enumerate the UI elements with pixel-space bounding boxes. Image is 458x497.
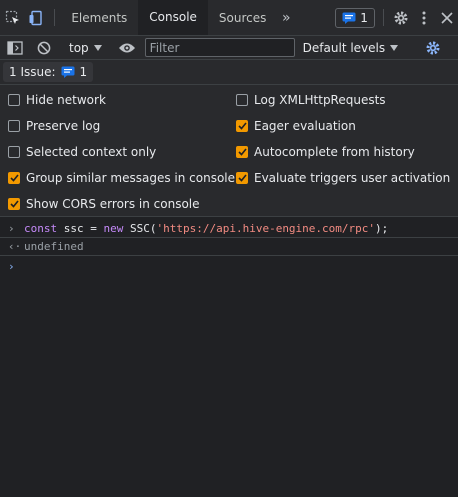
caret-down-icon <box>390 44 399 51</box>
tab-elements[interactable]: Elements <box>60 0 138 35</box>
checkbox[interactable] <box>8 146 20 158</box>
setting-log-xmlhttprequests[interactable]: Log XMLHttpRequests <box>236 93 386 107</box>
message-icon <box>342 12 356 24</box>
inspect-element-icon[interactable] <box>2 0 25 35</box>
filter-input[interactable] <box>144 38 295 57</box>
more-options-icon[interactable] <box>413 0 436 35</box>
setting-label: Preserve log <box>26 119 101 133</box>
console-settings-gear-icon[interactable] <box>419 40 447 56</box>
checkbox[interactable] <box>236 94 248 106</box>
divider <box>382 9 384 26</box>
sidebar-toggle-icon[interactable] <box>0 40 30 55</box>
setting-label: Eager evaluation <box>254 119 356 133</box>
setting-autocomplete-from-history[interactable]: Autocomplete from history <box>236 145 415 159</box>
devtools-tabbar: Elements Console Sources » 1 <box>0 0 458 36</box>
levels-label: Default levels <box>302 40 386 55</box>
issues-count: 1 <box>360 11 368 25</box>
tab-label: Console <box>149 9 197 24</box>
tab-sources[interactable]: Sources <box>208 0 277 35</box>
code-text: SSC( <box>123 221 157 235</box>
device-toolbar-icon[interactable] <box>25 0 48 35</box>
setting-eager-evaluation[interactable]: Eager evaluation <box>236 119 356 133</box>
issues-button[interactable]: 1 Issue: 1 <box>3 62 94 82</box>
checkbox-checked[interactable] <box>8 198 20 210</box>
console-output-message: ‹· undefined <box>0 238 458 256</box>
log-levels-dropdown[interactable]: Default levels <box>302 40 399 55</box>
prompt-chevron-icon: › <box>8 259 15 273</box>
setting-hide-network[interactable]: Hide network <box>8 93 106 107</box>
checkbox-checked[interactable] <box>236 172 248 184</box>
close-icon[interactable] <box>435 0 458 35</box>
message-icon <box>61 66 75 78</box>
tab-console[interactable]: Console <box>138 0 208 35</box>
checkbox[interactable] <box>8 94 20 106</box>
setting-selected-context-only[interactable]: Selected context only <box>8 145 156 159</box>
context-label: top <box>69 40 89 55</box>
caret-down-icon <box>93 44 102 51</box>
return-arrow-icon: ‹· <box>8 240 22 253</box>
gear-icon[interactable] <box>390 0 413 35</box>
console-input-message: › const ssc = new SSC('https://api.hive-… <box>0 219 458 238</box>
console-settings-pane: Hide network Log XMLHttpRequests Preserv… <box>0 85 458 217</box>
setting-preserve-log[interactable]: Preserve log <box>8 119 100 133</box>
double-chevron-right-icon[interactable]: » <box>277 0 295 35</box>
setting-label: Show CORS errors in console <box>26 197 200 211</box>
issues-label: 1 Issue: <box>9 65 56 79</box>
checkbox-checked[interactable] <box>236 120 248 132</box>
code-keyword: new <box>103 221 124 235</box>
chevron-right-icon: › <box>8 221 15 235</box>
setting-label: Autocomplete from history <box>254 145 415 159</box>
setting-label: Selected context only <box>26 145 157 159</box>
eye-icon[interactable] <box>113 42 141 54</box>
context-selector[interactable]: top <box>63 41 108 55</box>
setting-evaluate-triggers-user-activation[interactable]: Evaluate triggers user activation <box>236 171 450 185</box>
issues-count: 1 <box>79 65 88 79</box>
checkbox-checked[interactable] <box>8 172 20 184</box>
code-text: ); <box>375 221 389 235</box>
setting-label: Group similar messages in console <box>26 171 235 185</box>
console-toolbar: top Default levels <box>0 36 458 60</box>
checkbox[interactable] <box>8 120 20 132</box>
console-prompt[interactable]: › <box>0 257 458 275</box>
input-code: const ssc = new SSC('https://api.hive-en… <box>24 222 388 235</box>
setting-label: Log XMLHttpRequests <box>254 93 386 107</box>
divider <box>53 9 55 26</box>
code-text: ssc = <box>57 221 104 235</box>
setting-label: Hide network <box>26 93 106 107</box>
code-string: 'https://api.hive-engine.com/rpc' <box>156 221 376 235</box>
clear-console-icon[interactable] <box>30 41 58 55</box>
setting-label: Evaluate triggers user activation <box>254 171 451 185</box>
issues-counter-button[interactable]: 1 <box>335 8 375 28</box>
issues-bar: 1 Issue: 1 <box>0 60 458 85</box>
setting-show-cors-errors[interactable]: Show CORS errors in console <box>8 197 200 211</box>
tab-label: Elements <box>71 10 128 25</box>
setting-group-similar-messages[interactable]: Group similar messages in console <box>8 171 235 185</box>
output-value: undefined <box>24 240 84 253</box>
checkbox-checked[interactable] <box>236 146 248 158</box>
tab-label: Sources <box>218 10 267 25</box>
code-keyword: const <box>24 221 58 235</box>
